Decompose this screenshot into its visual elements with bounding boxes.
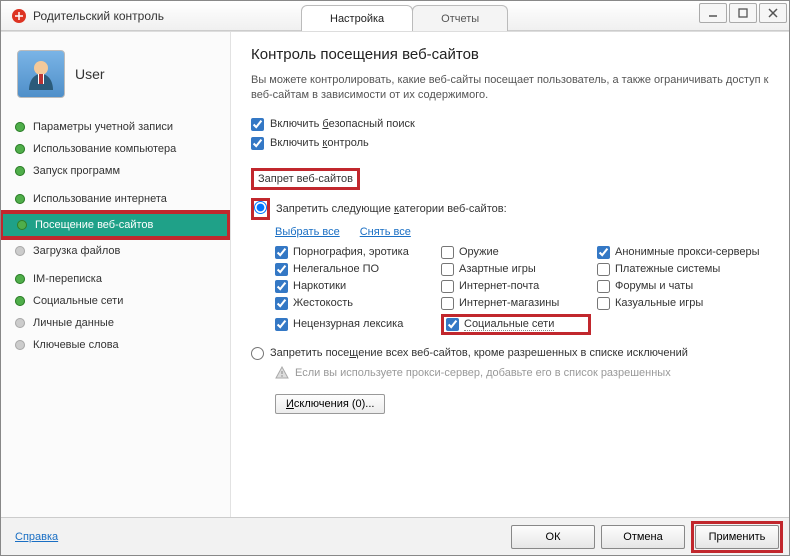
status-bullet xyxy=(15,246,25,256)
cat-label: Порнография, эротика xyxy=(293,246,409,258)
status-bullet xyxy=(15,194,25,204)
block-categories-radio[interactable] xyxy=(254,201,267,214)
help-link[interactable]: Справка xyxy=(15,531,58,543)
safe-search-label: Включить безопасный поиск xyxy=(270,118,415,130)
cat-label: Казуальные игры xyxy=(615,297,703,309)
cat-profanity-checkbox[interactable] xyxy=(275,318,288,331)
tab-label: Настройка xyxy=(330,13,384,25)
cat-violence-checkbox[interactable] xyxy=(275,297,288,310)
cat-payment-checkbox[interactable] xyxy=(597,263,610,276)
sidebar-item-internet[interactable]: Использование интернета xyxy=(1,188,230,210)
status-bullet xyxy=(15,144,25,154)
block-all-label: Запретить посещение всех веб-сайтов, кро… xyxy=(270,347,688,359)
tab-label: Отчеты xyxy=(441,13,479,25)
safe-search-checkbox[interactable] xyxy=(251,118,264,131)
section-heading: Запрет веб-сайтов xyxy=(251,168,360,190)
status-bullet xyxy=(15,122,25,132)
status-bullet xyxy=(15,296,25,306)
tab-reports[interactable]: Отчеты xyxy=(412,5,508,31)
sidebar-item-label: Ключевые слова xyxy=(33,339,119,351)
cat-label: Интернет-почта xyxy=(459,280,539,292)
enable-control-checkbox[interactable] xyxy=(251,137,264,150)
block-categories-label: Запретить следующие категории веб-сайтов… xyxy=(276,203,507,215)
exceptions-button[interactable]: Исключения (0)... xyxy=(275,394,385,414)
cat-proxy-checkbox[interactable] xyxy=(597,246,610,259)
cat-casual-checkbox[interactable] xyxy=(597,297,610,310)
ok-button[interactable]: ОК xyxy=(511,525,595,549)
sidebar-item-computer[interactable]: Использование компьютера xyxy=(1,138,230,160)
minimize-button[interactable] xyxy=(699,3,727,23)
close-button[interactable] xyxy=(759,3,787,23)
warning-icon xyxy=(275,366,289,380)
username: User xyxy=(75,66,105,82)
cat-label: Азартные игры xyxy=(459,263,536,275)
window: Родительский контроль Настройка Отчеты U… xyxy=(0,0,790,556)
cat-shops-checkbox[interactable] xyxy=(441,297,454,310)
cat-webmail-checkbox[interactable] xyxy=(441,280,454,293)
cat-social-checkbox[interactable] xyxy=(446,318,459,331)
cat-label: Жестокость xyxy=(293,297,353,309)
sidebar-item-social[interactable]: Социальные сети xyxy=(1,290,230,312)
status-bullet xyxy=(15,274,25,284)
app-logo xyxy=(11,8,27,24)
cat-label: Оружие xyxy=(459,246,499,258)
cat-forums-checkbox[interactable] xyxy=(597,280,610,293)
user-box: User xyxy=(1,44,230,116)
cat-label: Анонимные прокси-серверы xyxy=(615,246,760,258)
sidebar-item-label: Использование компьютера xyxy=(33,143,176,155)
block-all-radio[interactable] xyxy=(251,347,264,360)
status-bullet xyxy=(15,340,25,350)
cat-label: Форумы и чаты xyxy=(615,280,693,292)
window-title: Родительский контроль xyxy=(33,9,164,23)
cat-illegal-checkbox[interactable] xyxy=(275,263,288,276)
cat-porn-checkbox[interactable] xyxy=(275,246,288,259)
cat-gambling-checkbox[interactable] xyxy=(441,263,454,276)
cat-weapons-checkbox[interactable] xyxy=(441,246,454,259)
page-description: Вы можете контролировать, какие веб-сайт… xyxy=(251,73,769,104)
cancel-button[interactable]: Отмена xyxy=(601,525,685,549)
sidebar-item-label: Личные данные xyxy=(33,317,114,329)
cat-label: Социальные сети xyxy=(464,318,554,331)
sidebar-item-programs[interactable]: Запуск программ xyxy=(1,160,230,182)
page-title: Контроль посещения веб-сайтов xyxy=(251,46,769,63)
status-bullet xyxy=(17,220,27,230)
avatar xyxy=(17,50,65,98)
tab-settings[interactable]: Настройка xyxy=(301,5,413,31)
footer: Справка ОК Отмена Применить xyxy=(1,517,789,555)
sidebar-item-label: Посещение веб-сайтов xyxy=(35,219,153,231)
sidebar-item-websites[interactable]: Посещение веб-сайтов xyxy=(3,212,227,238)
category-grid: Порнография, эротика Оружие Анонимные пр… xyxy=(275,246,769,335)
cat-label: Интернет-магазины xyxy=(459,297,559,309)
status-bullet xyxy=(15,166,25,176)
status-bullet xyxy=(15,318,25,328)
sidebar-item-label: Социальные сети xyxy=(33,295,123,307)
maximize-button[interactable] xyxy=(729,3,757,23)
sidebar: User Параметры учетной записи Использова… xyxy=(1,32,231,517)
sidebar-item-label: Загрузка файлов xyxy=(33,245,120,257)
sidebar-item-label: IM-переписка xyxy=(33,273,102,285)
sidebar-item-keywords[interactable]: Ключевые слова xyxy=(1,334,230,356)
deselect-all-link[interactable]: Снять все xyxy=(360,226,411,238)
sidebar-item-account[interactable]: Параметры учетной записи xyxy=(1,116,230,138)
cat-label: Нелегальное ПО xyxy=(293,263,379,275)
select-all-link[interactable]: Выбрать все xyxy=(275,226,340,238)
sidebar-item-personal[interactable]: Личные данные xyxy=(1,312,230,334)
sidebar-item-downloads[interactable]: Загрузка файлов xyxy=(1,240,230,262)
enable-control-label: Включить контроль xyxy=(270,137,369,149)
sidebar-item-label: Использование интернета xyxy=(33,193,167,205)
sidebar-item-label: Параметры учетной записи xyxy=(33,121,173,133)
sidebar-item-im[interactable]: IM-переписка xyxy=(1,268,230,290)
content: Контроль посещения веб-сайтов Вы можете … xyxy=(231,32,789,517)
cat-label: Платежные системы xyxy=(615,263,720,275)
cat-label: Наркотики xyxy=(293,280,346,292)
proxy-note: Если вы используете прокси-сервер, добав… xyxy=(295,367,671,379)
cat-label: Нецензурная лексика xyxy=(293,318,403,330)
apply-button[interactable]: Применить xyxy=(695,525,779,549)
sidebar-item-label: Запуск программ xyxy=(33,165,120,177)
cat-drugs-checkbox[interactable] xyxy=(275,280,288,293)
